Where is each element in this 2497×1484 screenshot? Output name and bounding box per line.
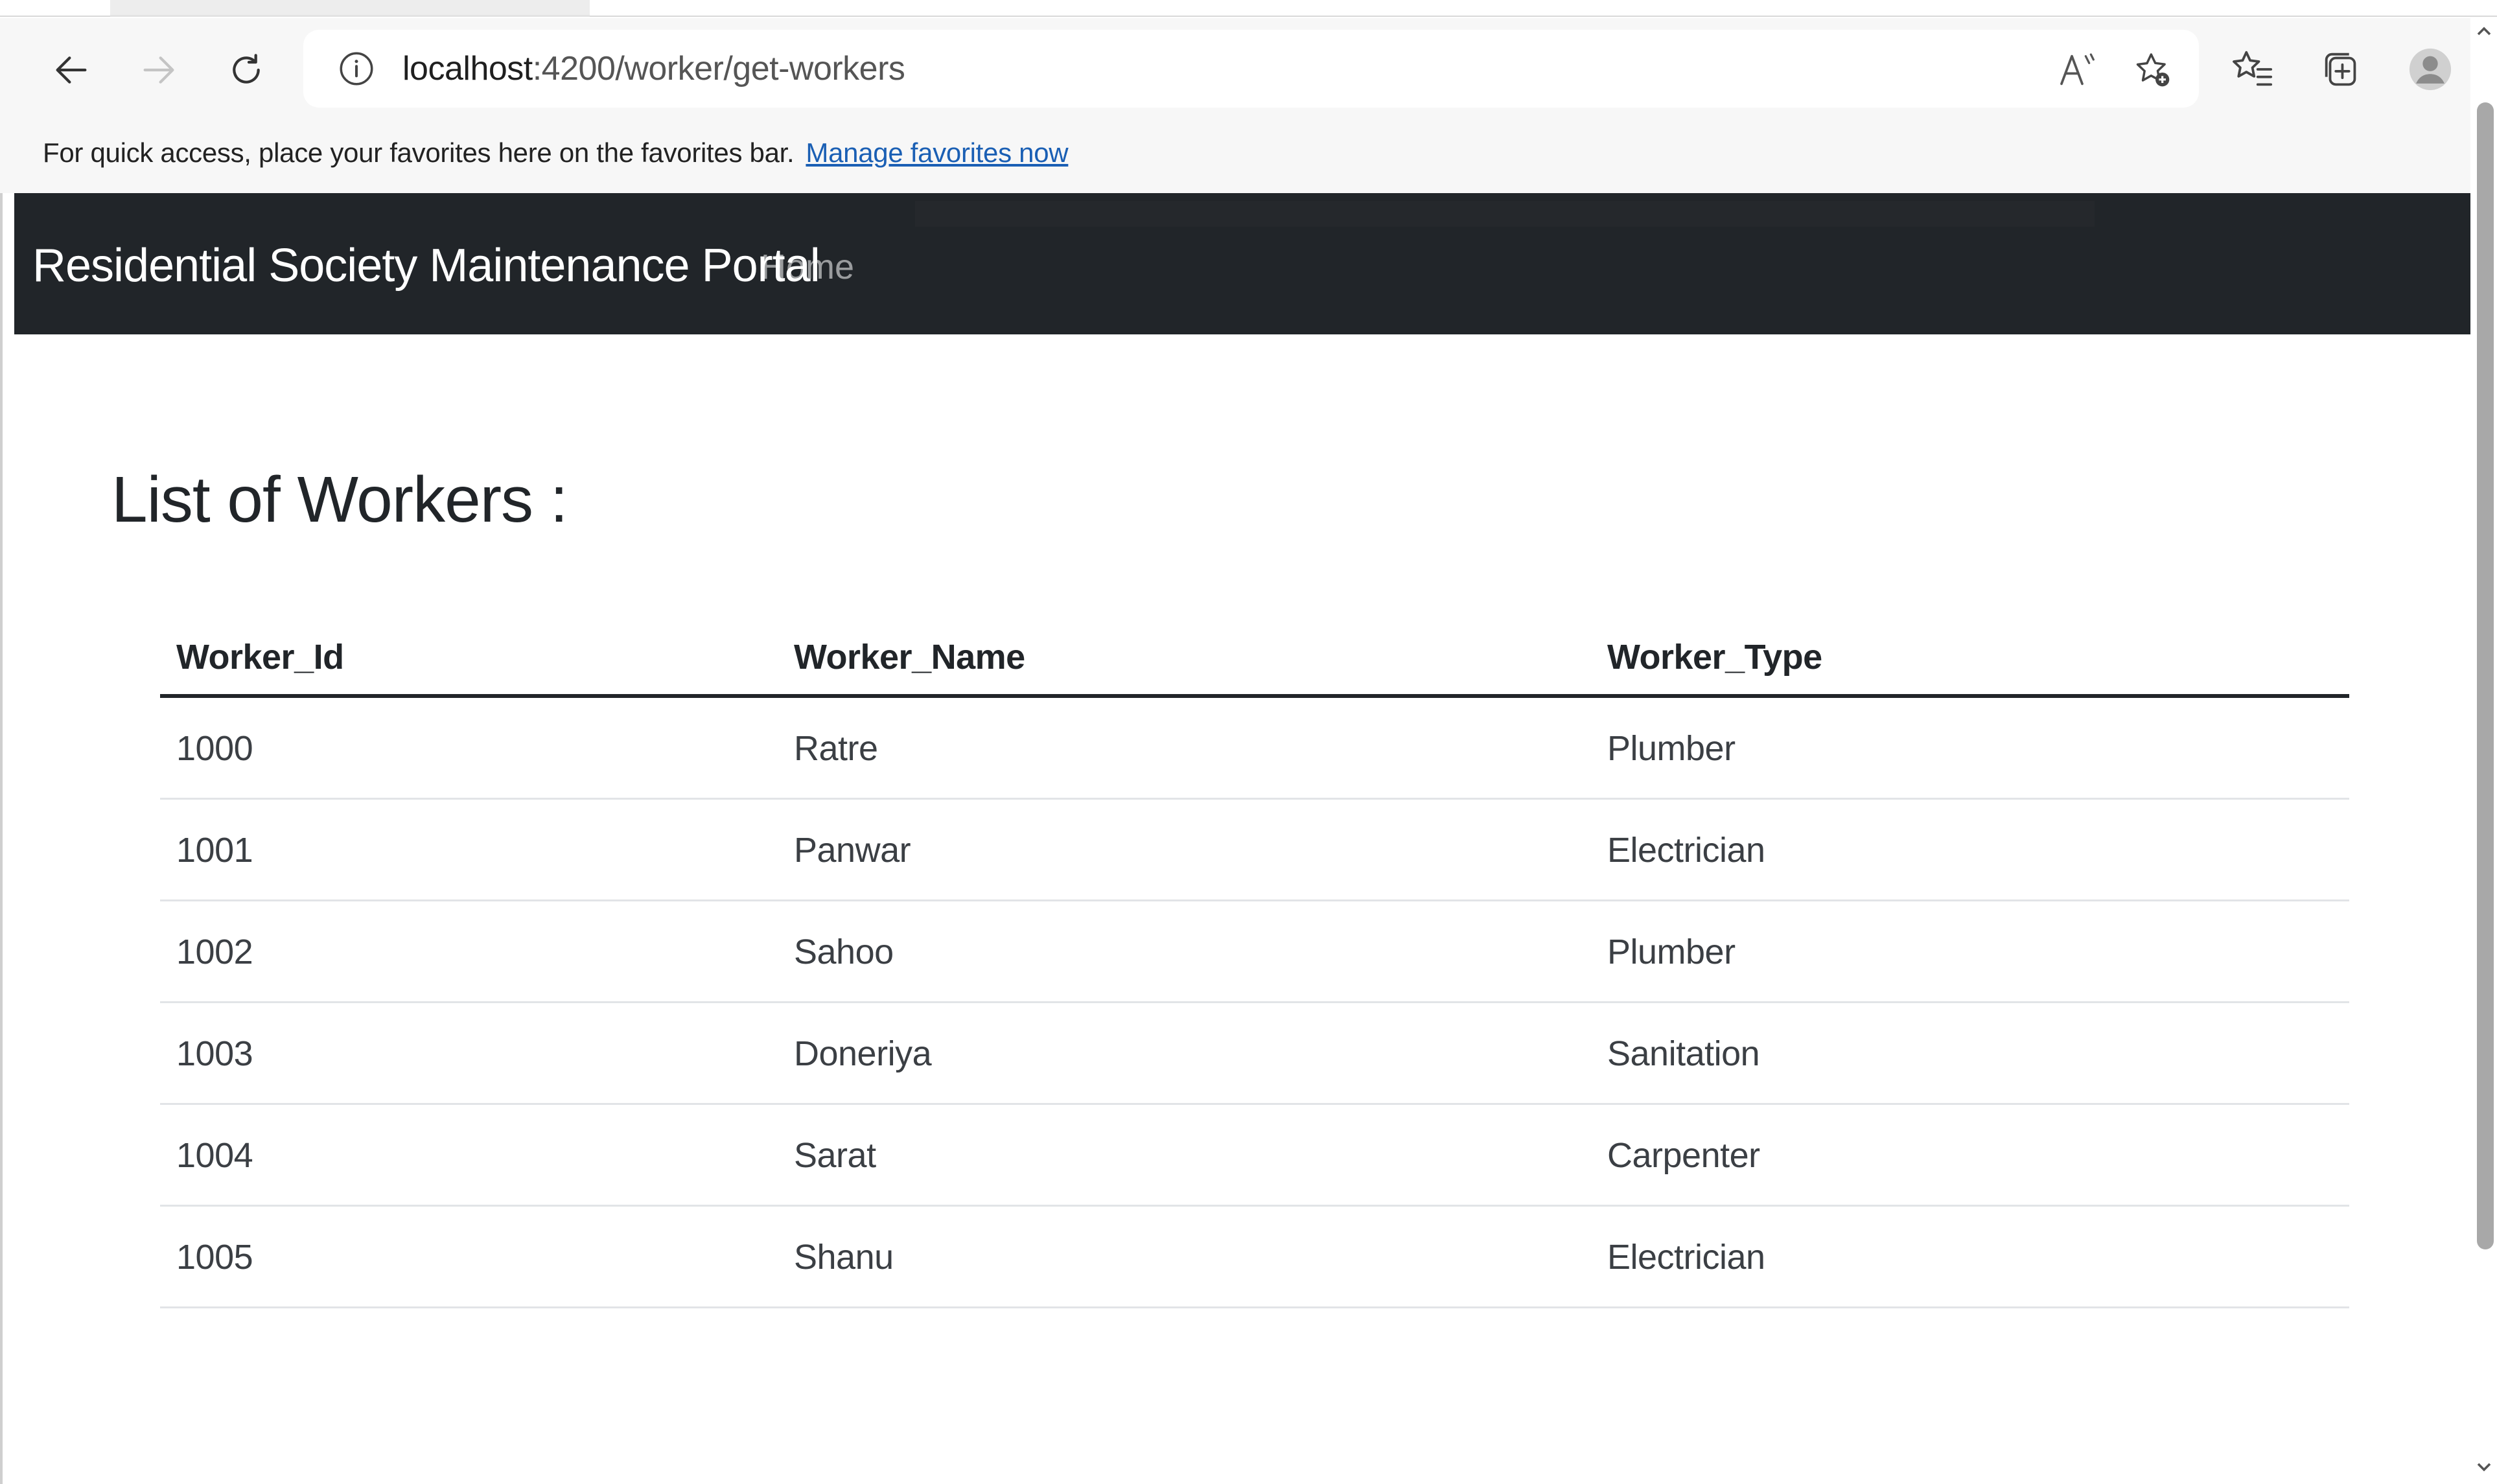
scrollbar-thumb[interactable]: [2477, 102, 2494, 1249]
read-aloud-icon[interactable]: [2056, 49, 2098, 91]
favorites-icon[interactable]: [2229, 47, 2275, 92]
cell-worker-name: Panwar: [794, 831, 911, 870]
page-content: List of Workers : Worker_Id Worker_Name …: [14, 334, 2470, 1484]
table-header: Worker_Id Worker_Name Worker_Type: [160, 607, 2349, 698]
add-favorite-icon[interactable]: [2132, 49, 2174, 91]
cell-worker-name: Shanu: [794, 1238, 894, 1277]
manage-favorites-link[interactable]: Manage favorites now: [806, 137, 1068, 168]
table-row: 1004 Sarat Carpenter: [160, 1105, 2349, 1207]
address-bar[interactable]: localhost:4200/worker/get-workers: [303, 30, 2199, 108]
cell-worker-type: Electrician: [1607, 1238, 1765, 1277]
scroll-up-arrow-icon[interactable]: [2474, 21, 2494, 40]
tab-strip: [0, 0, 2497, 17]
browser-window: localhost:4200/worker/get-workers For qu…: [0, 0, 2497, 1484]
navbar-shade: [915, 201, 2095, 227]
nav-link-home[interactable]: Home: [761, 246, 854, 288]
column-header-worker-name: Worker_Name: [794, 638, 1025, 677]
cell-worker-type: Plumber: [1607, 729, 1736, 768]
cell-worker-id: 1002: [176, 933, 253, 971]
cell-worker-name: Ratre: [794, 729, 878, 768]
column-header-worker-id: Worker_Id: [176, 638, 344, 677]
favorites-message: For quick access, place your favorites h…: [43, 135, 1069, 171]
cell-worker-type: Sanitation: [1607, 1034, 1760, 1073]
table-row: 1000 Ratre Plumber: [160, 698, 2349, 800]
page-title: List of Workers :: [111, 463, 568, 536]
refresh-icon[interactable]: [220, 44, 272, 96]
cell-worker-id: 1004: [176, 1136, 253, 1175]
forward-arrow-icon[interactable]: [133, 44, 185, 96]
cell-worker-type: Electrician: [1607, 831, 1765, 870]
scroll-down-arrow-icon[interactable]: [2474, 1458, 2494, 1478]
table-row: 1002 Sahoo Plumber: [160, 901, 2349, 1003]
app-navbar: Residential Society Maintenance Portal H…: [14, 193, 2470, 334]
cell-worker-type: Carpenter: [1607, 1136, 1760, 1175]
active-tab[interactable]: [110, 0, 590, 17]
address-url[interactable]: localhost:4200/worker/get-workers: [402, 49, 905, 88]
table-row: 1005 Shanu Electrician: [160, 1207, 2349, 1308]
cell-worker-name: Doneriya: [794, 1034, 932, 1073]
cell-worker-id: 1000: [176, 729, 253, 768]
cell-worker-id: 1003: [176, 1034, 253, 1073]
page-scrollbar[interactable]: [2470, 18, 2497, 1484]
url-path: :4200/worker/get-workers: [532, 50, 905, 87]
profile-avatar-icon[interactable]: [2408, 47, 2453, 92]
cell-worker-id: 1001: [176, 831, 253, 870]
cell-worker-type: Plumber: [1607, 933, 1736, 971]
cell-worker-id: 1005: [176, 1238, 253, 1277]
info-icon[interactable]: [337, 49, 376, 88]
collections-icon[interactable]: [2319, 47, 2364, 92]
favorites-message-text: For quick access, place your favorites h…: [43, 137, 795, 168]
cell-worker-name: Sahoo: [794, 933, 894, 971]
page-left-edge: [0, 193, 14, 1484]
table-row: 1003 Doneriya Sanitation: [160, 1003, 2349, 1105]
workers-table: Worker_Id Worker_Name Worker_Type 1000 R…: [160, 607, 2349, 1308]
navbar-brand[interactable]: Residential Society Maintenance Portal: [32, 238, 820, 293]
url-host: localhost: [402, 50, 533, 87]
favorites-bar: For quick access, place your favorites h…: [0, 115, 2476, 193]
browser-toolbar: localhost:4200/worker/get-workers: [0, 18, 2476, 115]
cell-worker-name: Sarat: [794, 1136, 876, 1175]
table-row: 1001 Panwar Electrician: [160, 800, 2349, 901]
column-header-worker-type: Worker_Type: [1607, 638, 1822, 677]
back-arrow-icon[interactable]: [45, 44, 97, 96]
